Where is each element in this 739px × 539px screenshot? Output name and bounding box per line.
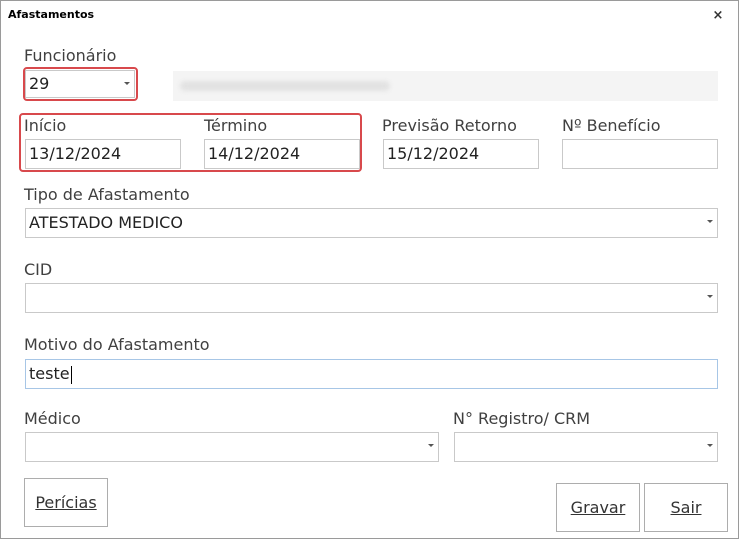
registro-crm-combo[interactable] xyxy=(454,432,718,462)
motivo-label: Motivo do Afastamento xyxy=(24,335,210,354)
title-bar: Afastamentos × xyxy=(1,1,738,31)
medico-label: Médico xyxy=(24,409,81,428)
gravar-button[interactable]: Gravar xyxy=(556,483,640,532)
motivo-input[interactable]: teste xyxy=(25,359,718,389)
funcionario-name-field xyxy=(173,71,718,101)
registro-label: N° Registro/ CRM xyxy=(453,409,591,428)
close-icon[interactable]: × xyxy=(707,5,729,27)
window-title: Afastamentos xyxy=(8,8,95,21)
blurred-name-placeholder xyxy=(180,81,390,91)
medico-combo[interactable] xyxy=(25,432,439,462)
funcionario-label: Funcionário xyxy=(24,46,117,65)
previsao-date-input[interactable]: 15/12/2024 xyxy=(383,139,539,169)
motivo-value: teste xyxy=(29,364,70,383)
cid-label: CID xyxy=(24,260,53,279)
pericias-button-label: Perícias xyxy=(35,493,97,512)
chevron-down-icon xyxy=(428,444,434,447)
beneficio-input[interactable] xyxy=(562,139,718,169)
tipo-afastamento-value: ATESTADO MEDICO xyxy=(29,213,183,232)
sair-button-label: Sair xyxy=(670,498,702,517)
pericias-button[interactable]: Perícias xyxy=(24,478,108,527)
chevron-down-icon xyxy=(707,444,713,447)
previsao-label: Previsão Retorno xyxy=(382,116,517,135)
cid-combo[interactable] xyxy=(25,283,718,313)
chevron-down-icon xyxy=(707,295,713,298)
afastamentos-dialog: Afastamentos × Funcionário 29 Início 13/… xyxy=(0,0,739,539)
dates-highlight-box xyxy=(19,113,362,172)
tipo-afastamento-combo[interactable]: ATESTADO MEDICO xyxy=(25,208,718,238)
text-cursor xyxy=(70,365,72,384)
tipo-label: Tipo de Afastamento xyxy=(24,185,190,204)
sair-button[interactable]: Sair xyxy=(644,483,728,532)
gravar-button-label: Gravar xyxy=(570,498,626,517)
funcionario-highlight-box xyxy=(23,67,138,101)
chevron-down-icon xyxy=(707,220,713,223)
beneficio-label: Nº Benefício xyxy=(562,116,661,135)
